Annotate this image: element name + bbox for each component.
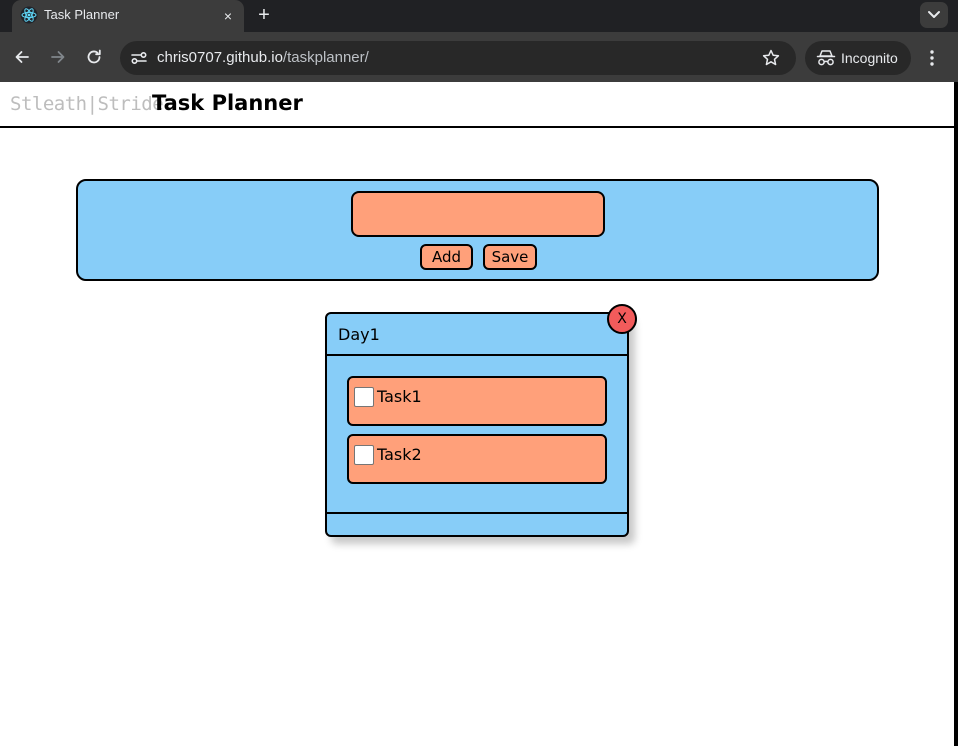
task-item: Task2	[347, 434, 607, 484]
task-checkbox[interactable]	[354, 445, 374, 465]
page-viewport: Stleath|Stride Task Planner Add Save Day…	[0, 82, 954, 746]
day-card: Day1 Task1 Task2	[325, 312, 629, 537]
back-arrow-icon[interactable]	[12, 47, 32, 67]
site-info-icon[interactable]	[130, 49, 148, 67]
task-entry-panel: Add Save	[76, 179, 879, 281]
task-checkbox[interactable]	[354, 387, 374, 407]
star-icon[interactable]	[761, 48, 781, 68]
reload-icon[interactable]	[84, 47, 104, 67]
react-favicon-icon	[20, 6, 38, 24]
day-title: Day1	[338, 325, 380, 344]
forward-arrow-icon[interactable]	[48, 47, 68, 67]
incognito-icon	[816, 50, 836, 66]
kebab-menu-icon[interactable]	[922, 48, 942, 68]
save-button[interactable]: Save	[483, 244, 537, 270]
browser-tab[interactable]: Task Planner ×	[12, 0, 244, 32]
brand-logo[interactable]: Stleath|Stride	[10, 93, 164, 115]
new-tab-icon[interactable]: +	[253, 4, 275, 26]
page-title: Task Planner	[152, 91, 303, 115]
tab-title: Task Planner	[44, 7, 120, 22]
browser-tabstrip: Task Planner × +	[0, 0, 958, 32]
site-header: Stleath|Stride Task Planner	[0, 82, 954, 128]
address-bar[interactable]: chris0707.github.io/taskplanner/	[120, 41, 796, 75]
chevron-down-icon	[928, 11, 940, 18]
window-edge	[954, 82, 958, 746]
task-label: Task1	[377, 387, 422, 406]
task-input[interactable]	[351, 191, 605, 237]
task-item: Task1	[347, 376, 607, 426]
add-button[interactable]: Add	[420, 244, 473, 270]
browser-toolbar: chris0707.github.io/taskplanner/ Incogni…	[0, 32, 958, 82]
day-card-footer-divider	[327, 512, 627, 514]
tab-search-button[interactable]	[920, 2, 948, 28]
tab-close-icon[interactable]: ×	[220, 8, 236, 24]
url-path: /taskplanner/	[282, 49, 369, 66]
url-text: chris0707.github.io/taskplanner/	[157, 49, 369, 66]
task-label: Task2	[377, 445, 422, 464]
url-host: chris0707.github.io	[157, 49, 283, 66]
incognito-chip[interactable]: Incognito	[805, 41, 911, 75]
close-day-button[interactable]: X	[607, 304, 637, 334]
day-card-divider	[327, 354, 627, 356]
incognito-label: Incognito	[841, 50, 898, 66]
